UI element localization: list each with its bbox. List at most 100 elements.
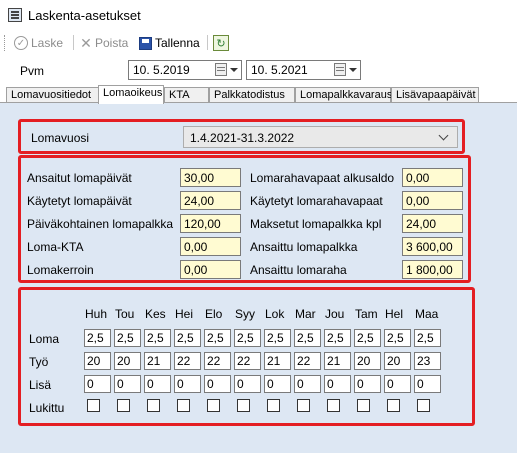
calendar-icon[interactable] — [215, 63, 227, 76]
lisa-cell-huh[interactable]: 0 — [84, 375, 111, 393]
loma-cell-tam[interactable]: 2,5 — [354, 329, 381, 347]
lukittu-checkbox-hel[interactable] — [387, 399, 400, 412]
month-header-tam: Tam — [355, 307, 378, 321]
tab-lomaoikeus[interactable]: Lomaoikeus — [98, 85, 164, 104]
loma-kta-label: Loma-KTA — [27, 240, 84, 254]
lukittu-checkbox-jou[interactable] — [327, 399, 340, 412]
lukittu-checkbox-huh[interactable] — [87, 399, 100, 412]
tyo-cell-maa[interactable]: 23 — [414, 352, 441, 370]
tab-lomapalkkavaraus[interactable]: Lomapalkkavaraus — [295, 87, 392, 103]
month-header-huh: Huh — [85, 307, 108, 321]
lukittu-checkbox-tam[interactable] — [357, 399, 370, 412]
lukittu-checkbox-kes[interactable] — [147, 399, 160, 412]
lukittu-checkbox-lok[interactable] — [267, 399, 280, 412]
dropdown-arrow-icon[interactable] — [230, 68, 238, 72]
tyo-cell-hel[interactable]: 20 — [384, 352, 411, 370]
tyo-cell-lok[interactable]: 21 — [264, 352, 291, 370]
lomavuosi-group: Lomavuosi 1.4.2021-31.3.2022 — [18, 119, 465, 154]
tallenna-button[interactable]: Tallenna — [139, 34, 200, 52]
chevron-down-icon[interactable] — [438, 130, 449, 141]
check-icon: ✓ — [14, 36, 28, 50]
tyo-cell-tou[interactable]: 20 — [114, 352, 141, 370]
tab-lomavuositiedot[interactable]: Lomavuositiedot — [6, 87, 100, 103]
tyo-cell-elo[interactable]: 22 — [204, 352, 231, 370]
lisa-cell-jou[interactable]: 0 — [324, 375, 351, 393]
lisa-cell-tam[interactable]: 0 — [354, 375, 381, 393]
loma-cell-syy[interactable]: 2,5 — [234, 329, 261, 347]
lisa-cell-kes[interactable]: 0 — [144, 375, 171, 393]
laske-button[interactable]: ✓ Laske — [14, 34, 63, 52]
lisa-cell-elo[interactable]: 0 — [204, 375, 231, 393]
loma-cell-kes[interactable]: 2,5 — [144, 329, 171, 347]
kaytetyt-lomapaivat-field[interactable]: 24,00 — [180, 191, 241, 210]
paivakohtainen-lomapalkka-field[interactable]: 120,00 — [180, 214, 241, 233]
loma-kta-field[interactable]: 0,00 — [180, 237, 241, 256]
paivakohtainen-lomapalkka-label: Päiväkohtainen lomapalkka — [27, 217, 174, 231]
loma-cell-huh[interactable]: 2,5 — [84, 329, 111, 347]
tyo-cell-kes[interactable]: 21 — [144, 352, 171, 370]
lomarahavapaat-alkusaldo-field[interactable]: 0,00 — [402, 168, 463, 187]
lukittu-checkbox-elo[interactable] — [207, 399, 220, 412]
lomarahavapaat-alkusaldo-label: Lomarahavapaat alkusaldo — [250, 171, 395, 185]
loma-cell-maa[interactable]: 2,5 — [414, 329, 441, 347]
lisa-cell-hel[interactable]: 0 — [384, 375, 411, 393]
tyo-cell-mar[interactable]: 22 — [294, 352, 321, 370]
lomavuosi-value: 1.4.2021-31.3.2022 — [190, 131, 295, 145]
maksetut-lomapalkka-kpl-field[interactable]: 24,00 — [402, 214, 463, 233]
poista-button[interactable]: ✕ Poista — [80, 34, 128, 52]
refresh-icon: ↻ — [213, 35, 229, 51]
month-header-elo: Elo — [205, 307, 223, 321]
tyo-cell-syy[interactable]: 22 — [234, 352, 261, 370]
lisa-cell-tou[interactable]: 0 — [114, 375, 141, 393]
toolbar-grip[interactable] — [4, 35, 7, 51]
lukittu-checkbox-mar[interactable] — [297, 399, 310, 412]
month-header-jou: Jou — [325, 307, 345, 321]
lomaoikeus-values-group: Ansaitut lomapäivät 30,00 Käytetyt lomap… — [18, 155, 471, 283]
lukittu-checkbox-tou[interactable] — [117, 399, 130, 412]
lukittu-checkbox-syy[interactable] — [237, 399, 250, 412]
tab-palkkatodistus[interactable]: Palkkatodistus — [209, 87, 295, 103]
monthly-grid-group: Loma Työ Lisä Lukittu Huh 2,5 20 0 Tou 2,5 20 0… — [18, 287, 475, 426]
tyo-cell-huh[interactable]: 20 — [84, 352, 111, 370]
maksetut-lomapalkka-kpl-label: Maksetut lomapalkka kpl — [250, 217, 382, 231]
calendar-icon[interactable] — [334, 63, 346, 76]
loma-cell-elo[interactable]: 2,5 — [204, 329, 231, 347]
tab-strip: Lomavuositiedot Lomaoikeus KTA Palkkatod… — [0, 85, 517, 104]
title-bar: Laskenta-asetukset — [0, 0, 517, 30]
ansaittu-lomapalkka-field[interactable]: 3 600,00 — [402, 237, 463, 256]
ansaitut-lomapaivat-field[interactable]: 30,00 — [180, 168, 241, 187]
monthly-grid: Loma Työ Lisä Lukittu Huh 2,5 20 0 Tou 2,5 20 0… — [21, 290, 472, 423]
ansaittu-lomaraha-field[interactable]: 1 800,00 — [402, 260, 463, 279]
tyo-cell-jou[interactable]: 21 — [324, 352, 351, 370]
app-calculator-icon — [8, 8, 22, 22]
toolbar: ✓ Laske ✕ Poista Tallenna ↻ — [0, 30, 517, 56]
loma-cell-mar[interactable]: 2,5 — [294, 329, 321, 347]
end-date-picker[interactable]: 10. 5.2021 — [246, 60, 361, 80]
lisa-cell-maa[interactable]: 0 — [414, 375, 441, 393]
refresh-button[interactable]: ↻ — [213, 34, 229, 52]
lisa-cell-syy[interactable]: 0 — [234, 375, 261, 393]
tyo-cell-tam[interactable]: 20 — [354, 352, 381, 370]
loma-cell-hel[interactable]: 2,5 — [384, 329, 411, 347]
start-date-picker[interactable]: 10. 5.2019 — [128, 60, 242, 80]
tyo-cell-hei[interactable]: 22 — [174, 352, 201, 370]
lisa-cell-hei[interactable]: 0 — [174, 375, 201, 393]
month-header-hei: Hei — [175, 307, 194, 321]
lukittu-checkbox-maa[interactable] — [417, 399, 430, 412]
loma-cell-jou[interactable]: 2,5 — [324, 329, 351, 347]
loma-cell-lok[interactable]: 2,5 — [264, 329, 291, 347]
tab-kta[interactable]: KTA — [164, 87, 209, 103]
loma-cell-hei[interactable]: 2,5 — [174, 329, 201, 347]
lisa-cell-lok[interactable]: 0 — [264, 375, 291, 393]
lomavuosi-select[interactable]: 1.4.2021-31.3.2022 — [183, 126, 458, 148]
kaytetyt-lomarahavapaat-field[interactable]: 0,00 — [402, 191, 463, 210]
tab-lisavapaapaivat[interactable]: Lisävapaapäivät — [391, 87, 479, 103]
lisa-cell-mar[interactable]: 0 — [294, 375, 321, 393]
loma-cell-tou[interactable]: 2,5 — [114, 329, 141, 347]
lukittu-checkbox-hei[interactable] — [177, 399, 190, 412]
delete-x-icon: ✕ — [80, 34, 92, 51]
dropdown-arrow-icon[interactable] — [349, 68, 357, 72]
window-title: Laskenta-asetukset — [28, 8, 141, 23]
month-header-tou: Tou — [115, 307, 135, 321]
lomakerroin-field[interactable]: 0,00 — [180, 260, 241, 279]
